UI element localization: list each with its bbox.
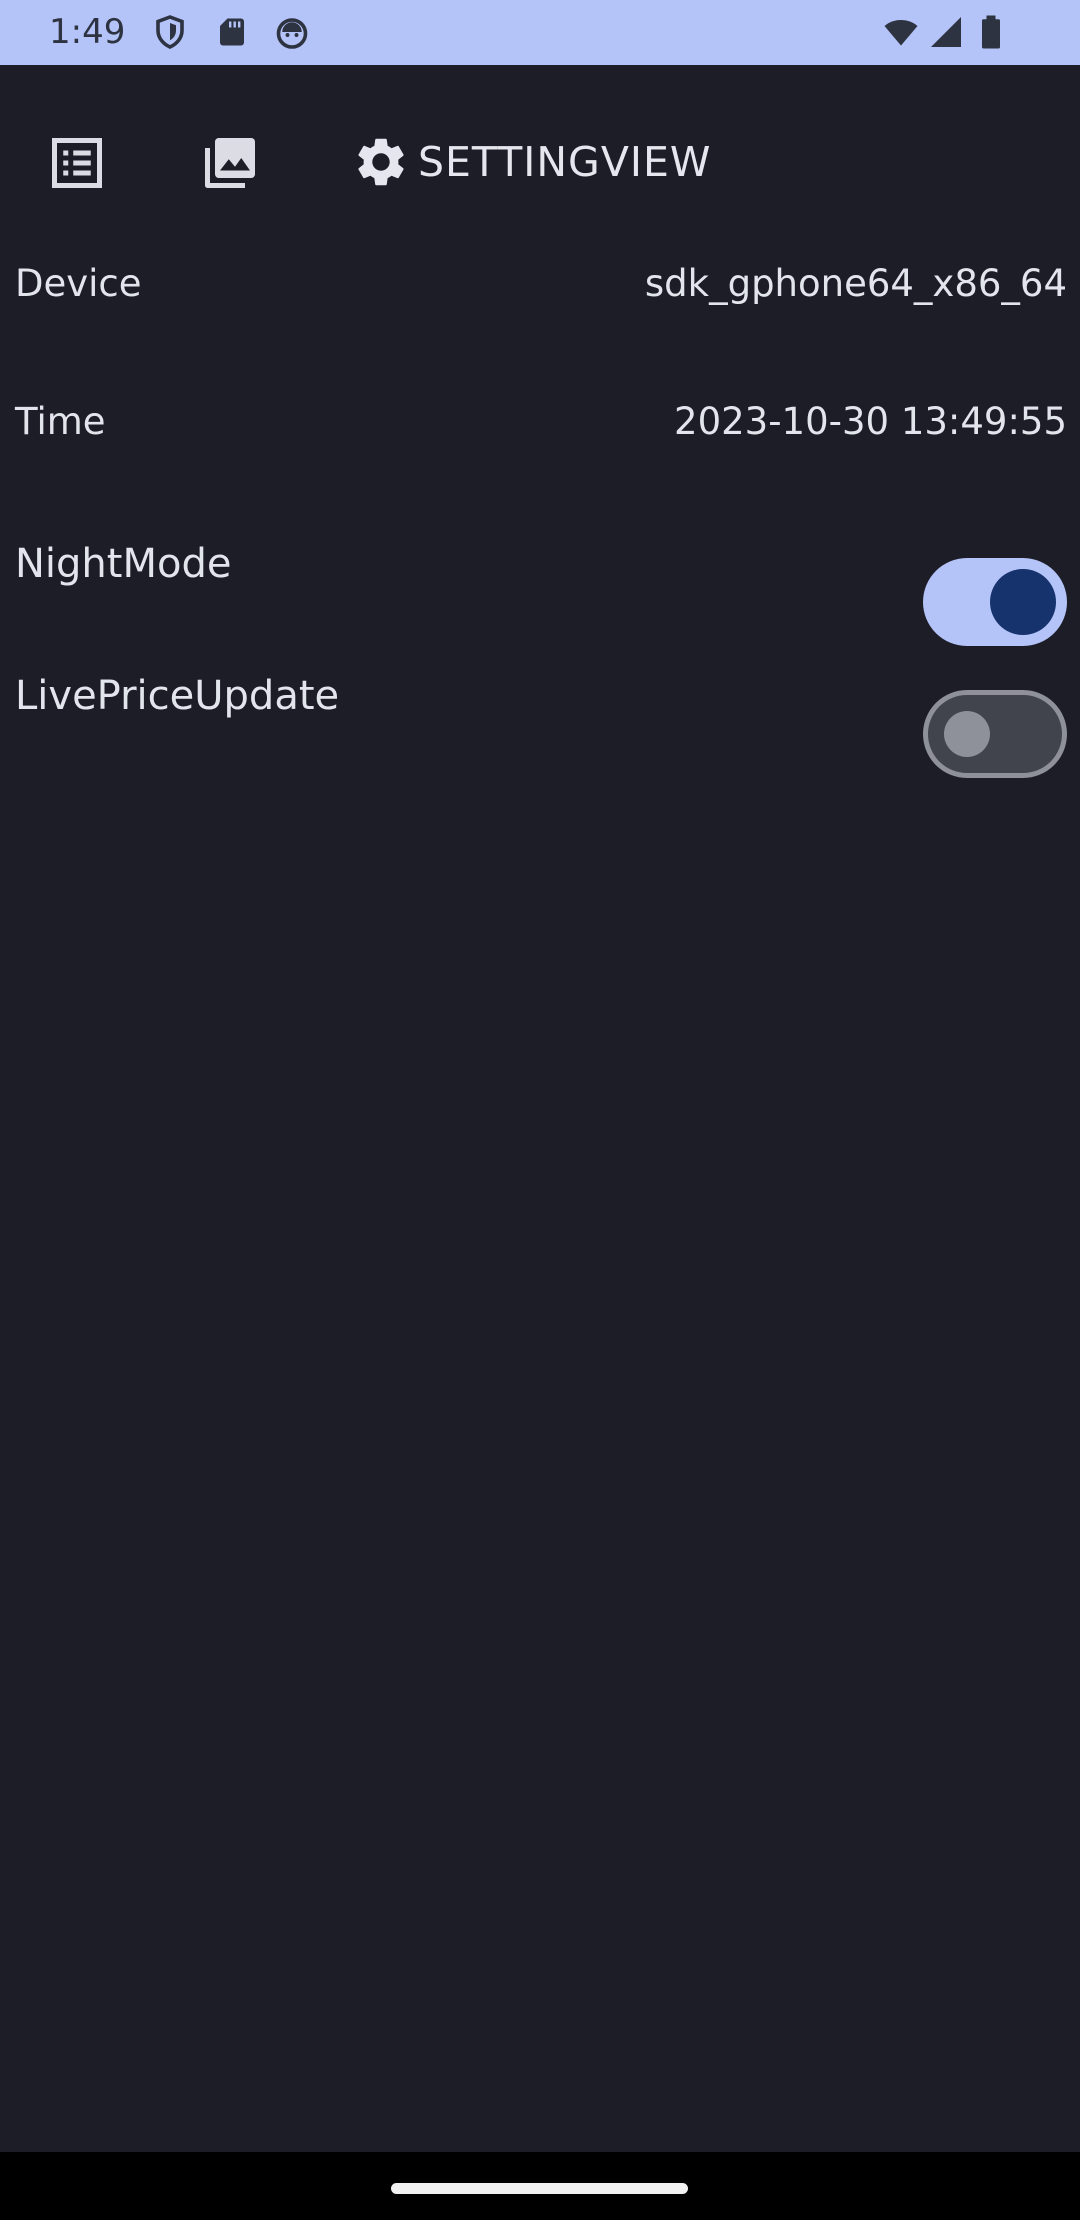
time-label: Time: [15, 400, 106, 443]
wifi-icon: [880, 14, 922, 50]
time-value: 2023-10-30 13:49:55: [674, 400, 1067, 443]
photo-library-icon: [200, 133, 260, 193]
live-price-update-label: LivePriceUpdate: [15, 673, 340, 719]
tab-gallery[interactable]: [200, 133, 260, 193]
device-value: sdk_gphone64_x86_64: [644, 262, 1067, 305]
live-price-update-switch[interactable]: [923, 690, 1067, 778]
night-mode-switch[interactable]: [923, 558, 1067, 646]
home-gesture-handle[interactable]: [391, 2183, 688, 2194]
device-label: Device: [15, 262, 142, 305]
switch-thumb: [990, 569, 1056, 635]
battery-icon: [976, 14, 1006, 50]
shield-icon: [152, 14, 188, 50]
night-mode-label: NightMode: [15, 541, 232, 587]
tab-list[interactable]: [47, 133, 107, 193]
sd-card-icon: [214, 14, 250, 50]
status-time: 1:49: [49, 12, 126, 52]
switch-thumb: [944, 711, 990, 757]
navigation-bar: [0, 2152, 1080, 2220]
tab-bar: SETTINGVIEW: [0, 65, 1080, 265]
tab-settings-label: SETTINGVIEW: [418, 138, 712, 186]
gear-icon: [352, 133, 410, 191]
cellular-signal-icon: [928, 14, 964, 50]
android-head-icon: [274, 14, 310, 50]
tab-settings[interactable]: SETTINGVIEW: [352, 132, 711, 192]
list-icon: [47, 133, 107, 193]
status-bar: 1:49: [0, 0, 1080, 65]
